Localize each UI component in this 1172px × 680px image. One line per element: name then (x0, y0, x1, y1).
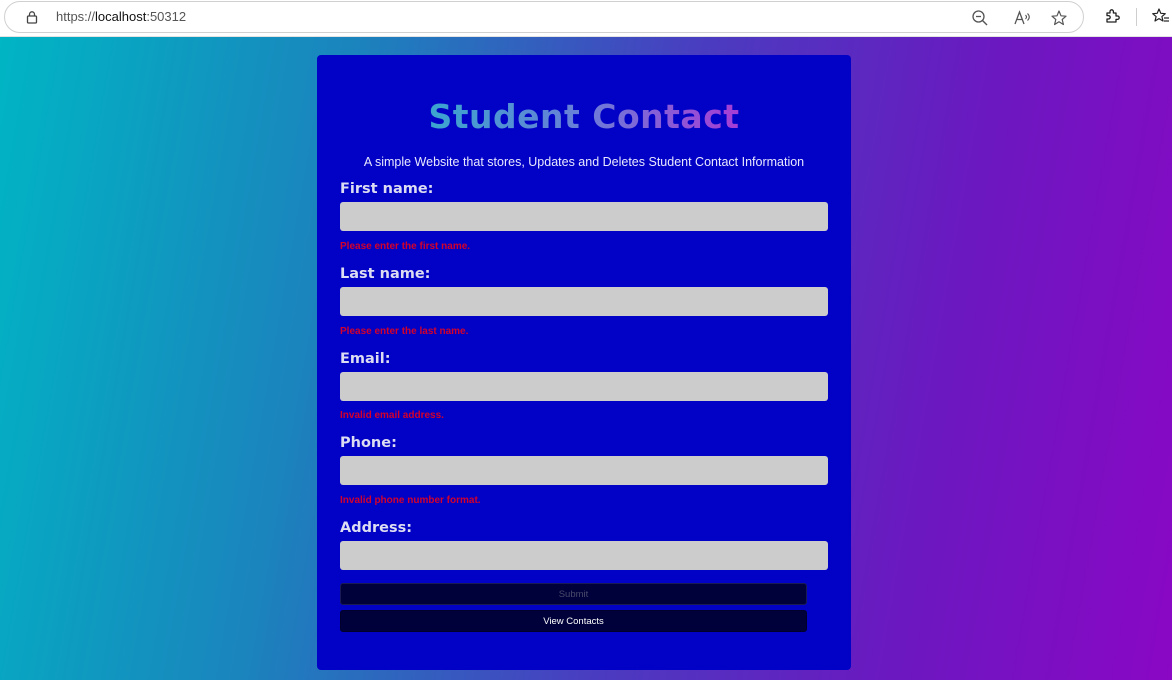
phone-error: Invalid phone number format. (340, 495, 481, 506)
submit-button[interactable]: Submit (340, 583, 807, 605)
toolbar-divider (1136, 8, 1137, 26)
address-label: Address: (340, 520, 413, 536)
url-port: :50312 (146, 9, 187, 24)
email-error: Invalid email address. (340, 410, 444, 421)
url-text[interactable]: https://localhost:50312 (56, 9, 186, 24)
address-input[interactable] (340, 541, 828, 570)
zoom-out-icon[interactable] (971, 9, 989, 27)
favorites-list-icon[interactable] (1151, 7, 1169, 25)
favorite-star-icon[interactable] (1050, 9, 1068, 27)
first-name-input[interactable] (340, 202, 828, 231)
lock-icon[interactable] (25, 10, 39, 24)
read-aloud-icon[interactable] (1013, 9, 1031, 27)
first-name-label: First name: (340, 181, 434, 197)
title-part-2: Contact (592, 97, 740, 136)
first-name-error: Please enter the first name. (340, 241, 471, 252)
url-host: localhost (95, 9, 147, 24)
last-name-input[interactable] (340, 287, 828, 316)
last-name-error: Please enter the last name. (340, 326, 469, 337)
page-subtitle: A simple Website that stores, Updates an… (363, 155, 805, 169)
address-bar[interactable]: https://localhost:50312 (4, 1, 1084, 33)
url-scheme: https:// (56, 9, 96, 24)
browser-toolbar: https://localhost:50312 (0, 0, 1172, 37)
email-label: Email: (340, 351, 391, 367)
view-contacts-button[interactable]: View Contacts (340, 610, 807, 632)
contact-form-card: Student Contact A simple Website that st… (317, 55, 851, 670)
page-title: Student Contact (317, 97, 851, 136)
page-background: Student Contact A simple Website that st… (0, 37, 1172, 680)
phone-input[interactable] (340, 456, 828, 485)
title-part-1: Student (428, 97, 593, 136)
email-input[interactable] (340, 372, 828, 401)
phone-label: Phone: (340, 435, 397, 451)
last-name-label: Last name: (340, 266, 431, 282)
extensions-icon[interactable] (1103, 7, 1121, 25)
